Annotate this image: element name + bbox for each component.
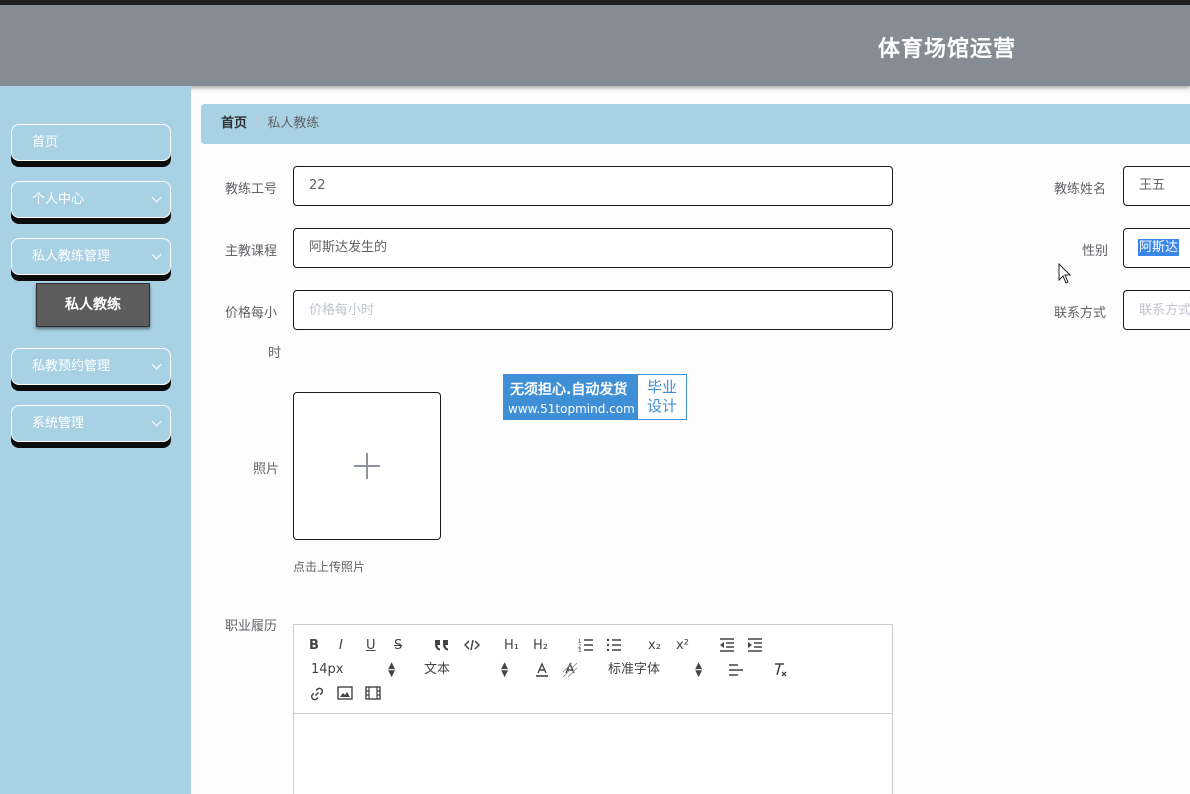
italic-button[interactable]: I — [339, 637, 343, 655]
app-title: 体育场馆运营 — [878, 37, 1017, 62]
watermark-text: 无须担心.自动发货 www.51topmind.com — [504, 375, 638, 419]
clear-format-icon[interactable] — [772, 662, 788, 678]
mouse-cursor-icon — [1058, 263, 1072, 284]
breadcrumb-home[interactable]: 首页 — [221, 116, 247, 131]
video-icon[interactable] — [365, 686, 381, 700]
editor-toolbar: B I U S H₁ H₂ 123 x₂ x² 14px ▲▼ 文本 ▲▼ — [294, 625, 892, 714]
main-course-input[interactable]: 阿斯达发生的 — [293, 228, 893, 268]
app-header: 体育场馆运营 — [0, 5, 1190, 86]
link-icon[interactable] — [309, 686, 325, 702]
breadcrumb: 首页 / 私人教练 — [201, 104, 1190, 144]
coach-no-input[interactable]: 22 — [293, 166, 893, 206]
subscript-button[interactable]: x₂ — [648, 637, 661, 655]
chevron-down-icon — [151, 249, 162, 260]
photo-label: 照片 — [253, 462, 280, 477]
price-label: 价格每小 — [225, 306, 278, 321]
font-size-select[interactable]: 14px ▲ ▼ — [311, 661, 395, 679]
chevron-down-icon — [151, 192, 162, 203]
strike-button[interactable]: S — [394, 637, 402, 655]
image-icon[interactable] — [337, 686, 353, 700]
price-label-wrap: 时 — [268, 346, 282, 361]
indent-icon[interactable] — [747, 638, 763, 652]
coach-name-label: 教练姓名 — [1054, 182, 1107, 197]
font-color-icon[interactable] — [534, 662, 550, 678]
font-family-select[interactable]: 标准字体 ▲ ▼ — [608, 661, 702, 679]
breadcrumb-separator: / — [255, 116, 260, 131]
coach-name-input[interactable]: 王五 — [1123, 166, 1190, 206]
code-icon[interactable] — [464, 638, 480, 652]
quote-icon[interactable] — [434, 638, 450, 652]
rich-text-editor: B I U S H₁ H₂ 123 x₂ x² 14px ▲▼ 文本 ▲▼ — [293, 624, 893, 794]
watermark-banner: 无须担心.自动发货 www.51topmind.com 毕业 设计 — [503, 374, 687, 420]
main-course-label: 主教课程 — [225, 244, 278, 259]
ordered-list-icon[interactable]: 123 — [578, 638, 594, 652]
select-arrows-icon: ▲ ▼ — [388, 661, 395, 679]
coach-no-label: 教练工号 — [225, 182, 278, 197]
select-arrows-icon: ▲ ▼ — [695, 661, 702, 679]
sidebar-item-personal-center[interactable]: 个人中心 — [11, 181, 171, 218]
photo-upload-tip: 点击上传照片 — [293, 560, 366, 574]
sidebar-item-coach-management[interactable]: 私人教练管理 — [11, 238, 171, 275]
sidebar-item-home[interactable]: 首页 — [11, 124, 171, 161]
watermark-badge-line2: 设计 — [646, 397, 677, 415]
editor-content-area[interactable] — [294, 715, 892, 794]
select-arrows-icon: ▲ ▼ — [501, 661, 508, 679]
price-input[interactable] — [293, 290, 893, 330]
chevron-down-icon — [151, 359, 162, 370]
sidebar-item-system-management[interactable]: 系统管理 — [11, 405, 171, 442]
align-icon[interactable] — [728, 663, 744, 677]
outdent-icon[interactable] — [719, 638, 735, 652]
contact-input[interactable] — [1123, 290, 1190, 330]
h2-button[interactable]: H₂ — [533, 637, 548, 655]
header-select[interactable]: 文本 ▲ ▼ — [424, 661, 508, 679]
plus-icon — [354, 453, 380, 479]
contact-label: 联系方式 — [1054, 306, 1107, 321]
underline-button[interactable]: U — [366, 637, 376, 655]
gender-label: 性别 — [1082, 244, 1109, 259]
h1-button[interactable]: H₁ — [504, 637, 519, 655]
font-size-value: 14px — [311, 662, 344, 677]
sidebar-item-label: 个人中心 — [32, 192, 85, 207]
gender-input[interactable]: 阿斯达 — [1123, 228, 1190, 268]
sidebar-item-label: 私人教练管理 — [32, 249, 111, 264]
sidebar-item-booking-management[interactable]: 私教预约管理 — [11, 348, 171, 385]
watermark-badge: 毕业 设计 — [638, 375, 686, 419]
superscript-button[interactable]: x² — [676, 637, 689, 655]
watermark-line1: 无须担心.自动发货 — [510, 382, 628, 398]
watermark-line2: www.51topmind.com — [508, 402, 635, 416]
gender-selected-text: 阿斯达 — [1138, 239, 1180, 256]
watermark-badge-line1: 毕业 — [646, 378, 677, 396]
bullet-list-icon[interactable] — [606, 638, 622, 652]
font-family-value: 标准字体 — [608, 662, 661, 677]
breadcrumb-current: 私人教练 — [267, 116, 320, 131]
resume-label: 职业履历 — [225, 619, 278, 634]
svg-text:3: 3 — [578, 648, 581, 652]
sidebar-item-label: 首页 — [32, 135, 59, 150]
header-value: 文本 — [424, 662, 451, 677]
chevron-down-icon — [151, 416, 162, 427]
sidebar-subitem-coach[interactable]: 私人教练 — [36, 283, 150, 327]
sidebar-item-label: 私教预约管理 — [32, 359, 111, 374]
bold-button[interactable]: B — [309, 637, 319, 655]
background-color-icon[interactable] — [562, 662, 578, 678]
sidebar-item-label: 系统管理 — [32, 416, 85, 431]
photo-upload-box[interactable] — [293, 392, 441, 540]
